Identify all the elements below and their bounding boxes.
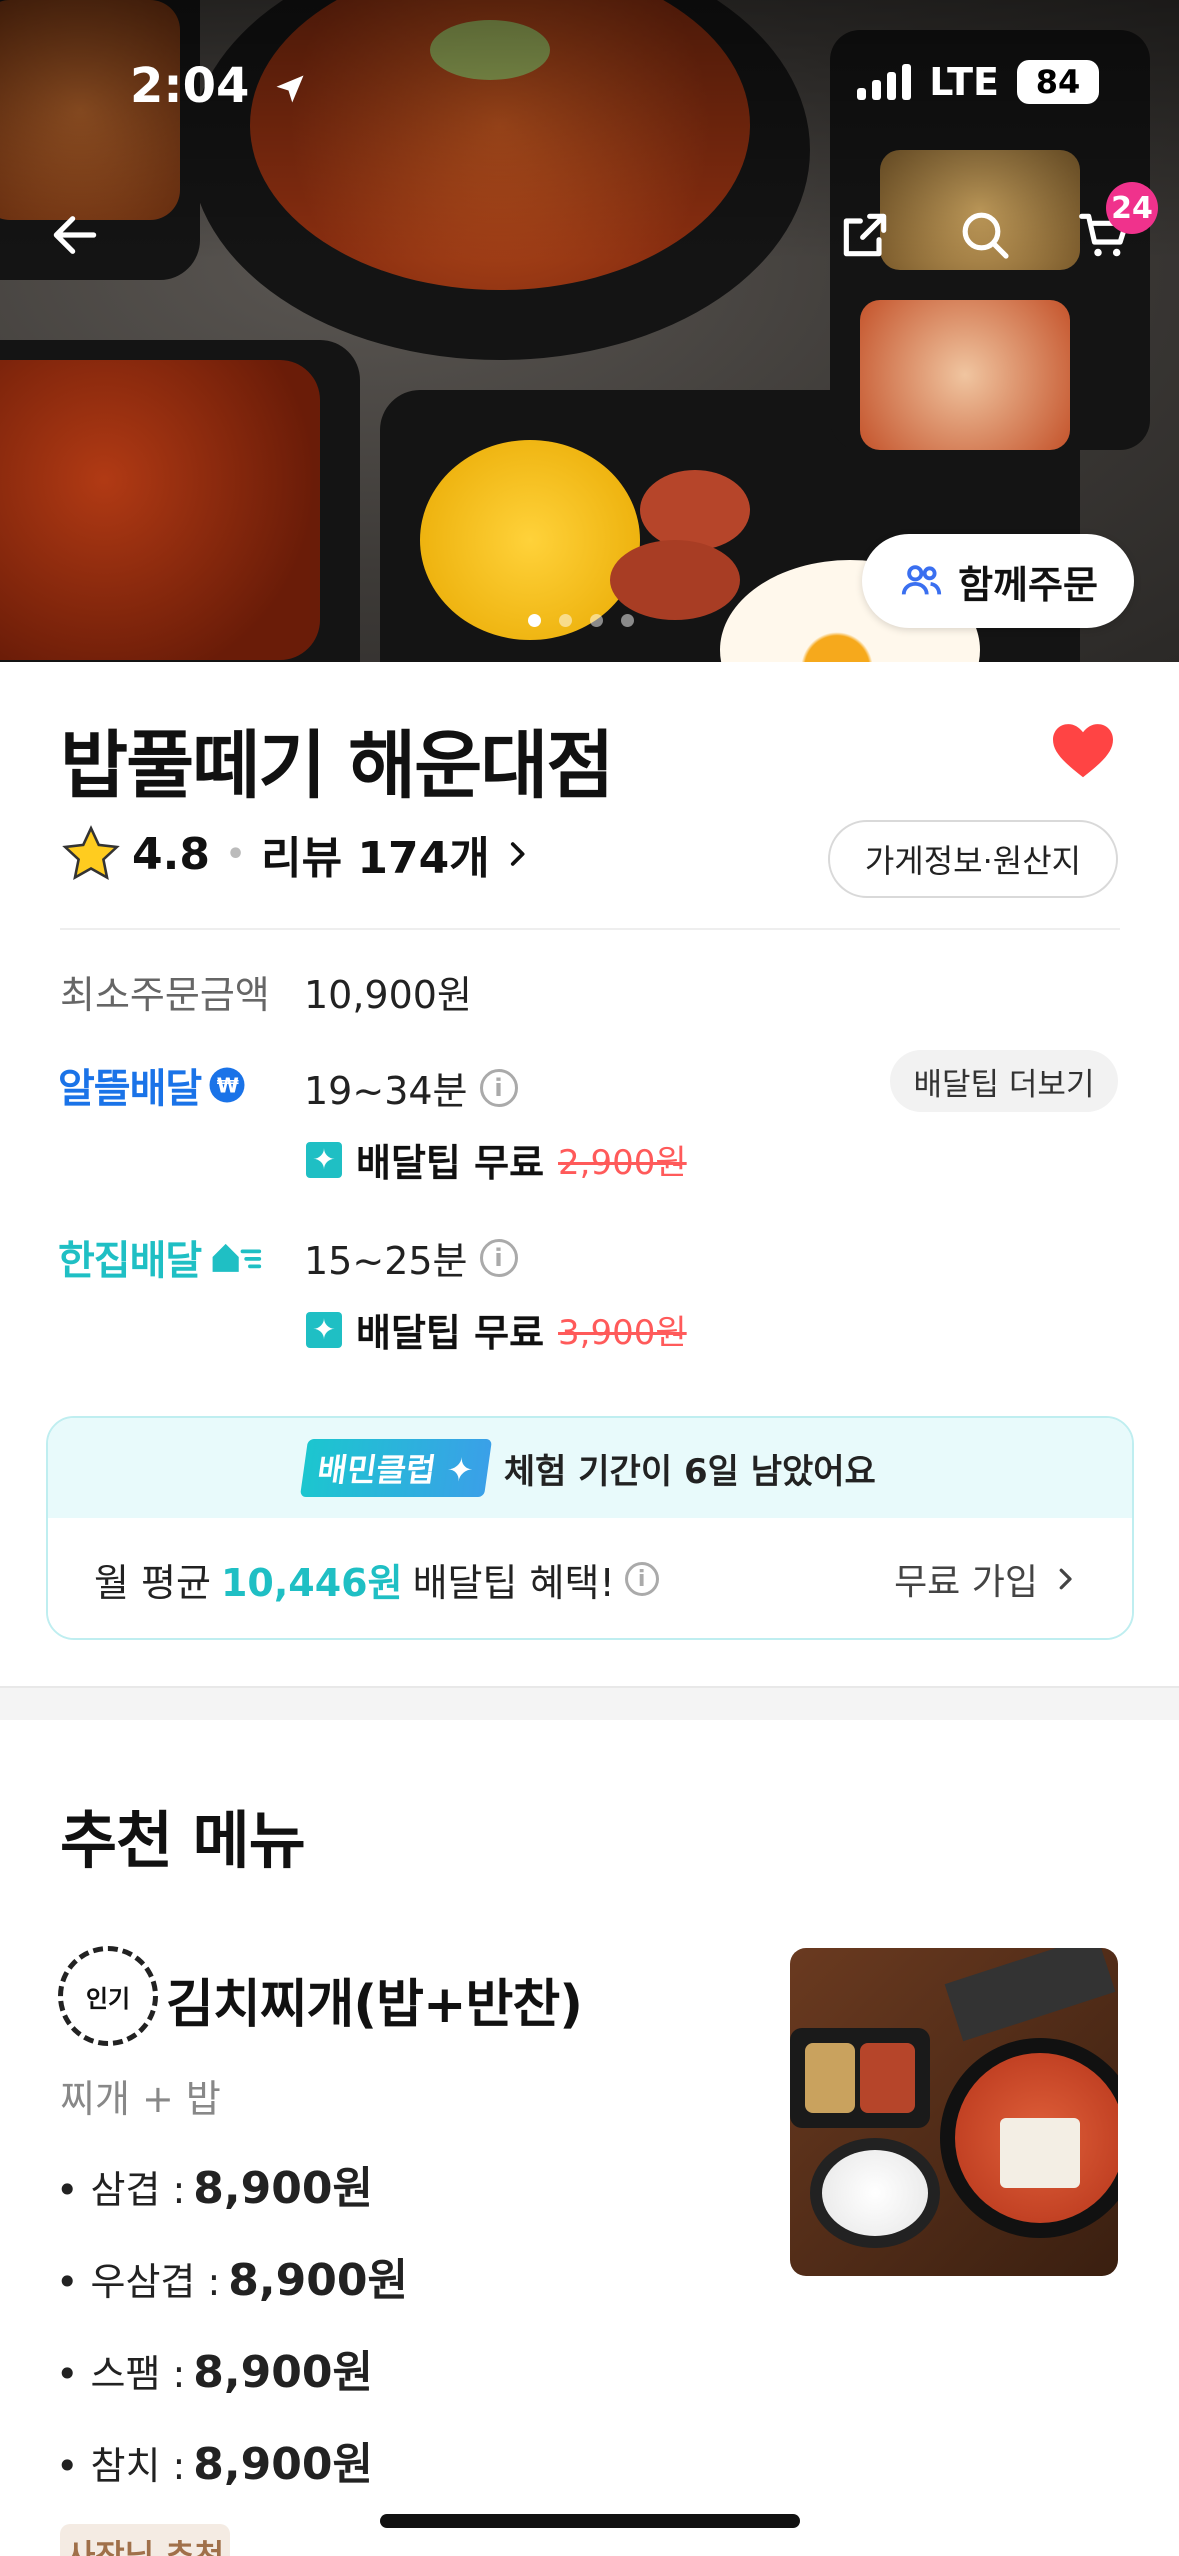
sausage-2 [610,540,740,620]
menu-item-image[interactable] [790,1948,1118,2276]
section-divider [0,1686,1179,1720]
spicy-pork [0,360,320,660]
status-time: 2:04 [130,58,308,114]
corn [420,440,640,640]
kimchi [860,300,1070,450]
delivery-tip-icon: ✦ [306,1141,342,1178]
tip-original-price: 2,900원 [558,1143,687,1183]
search-button[interactable] [950,200,1020,270]
star-icon [62,825,120,881]
delivery-tip-icon: ✦ [306,1311,342,1348]
owner-recommend-tag: 사장님 추천 [60,2524,230,2556]
battery-icon: 84 [1017,60,1099,104]
divider [60,928,1120,930]
share-icon [843,213,887,257]
min-order-label: 최소주문금액 [60,973,270,1017]
favorite-button[interactable] [1050,720,1116,784]
people-icon [901,565,942,595]
rating-row[interactable]: 4.8 • 리뷰 174개 [60,822,534,886]
group-order-label: 함께주문 [958,562,1098,607]
home-indicator[interactable] [380,2514,800,2528]
economy-delivery-time: 19~34분 i [304,1060,518,1115]
economy-tip-row: ✦ 배달팁 무료 2,900원 [306,1132,687,1187]
tip-free-label: 배달팁 무료 [356,1141,545,1185]
rating-separator: • [225,836,246,872]
store-info-button[interactable]: 가게정보·원산지 [828,820,1118,898]
club-benefit: 월 평균 10,446원 배달팁 혜택! i [94,1552,659,1607]
popular-badge: 인기 [58,1946,158,2046]
carousel-dot [528,614,541,627]
review-count: 리뷰 174개 [261,833,490,884]
single-delivery-brand: 한집배달 [58,1228,263,1286]
signal-icon [857,64,912,100]
menu-item-name[interactable]: 김치찌개(밥+반찬) [166,1962,583,2037]
club-badge: 배민클럽 ✦ [300,1439,492,1497]
sausage-1 [640,470,750,550]
chevron-right-icon [510,842,525,866]
status-indicators: LTE 84 [857,60,1099,104]
group-order-button[interactable]: 함께주문 [862,534,1134,628]
menu-option-line: • 우삼겹 :8,900원 [56,2255,408,2306]
economy-delivery-brand: 알뜰배달 ₩ [58,1056,247,1114]
share-button[interactable] [830,200,900,270]
info-icon[interactable]: i [624,1562,659,1596]
tip-original-price: 3,900원 [558,1313,687,1353]
delivery-tip-more-button[interactable]: 배달팁 더보기 [890,1050,1118,1112]
fast-home-icon [212,1243,262,1272]
tip-free-label: 배달팁 무료 [356,1311,545,1355]
svg-text:₩: ₩ [217,1074,239,1098]
carousel-dot [621,614,634,627]
club-amount: 10,446원 [220,1560,403,1605]
club-join-button[interactable]: 무료 가입 [894,1553,1080,1605]
club-banner-top: 배민클럽 ✦ 체험 기간이 6일 남았어요 [48,1418,1132,1518]
club-banner-bottom: 월 평균 10,446원 배달팁 혜택! i 무료 가입 [48,1518,1132,1638]
baemin-club-banner[interactable]: 배민클럽 ✦ 체험 기간이 6일 남았어요 월 평균 10,446원 배달팁 혜… [46,1416,1134,1640]
min-order-value: 10,900원 [304,973,472,1017]
location-arrow-icon [276,75,304,103]
network-label: LTE [929,60,999,104]
menu-option-line: • 삼겹 :8,900원 [56,2163,373,2214]
menu-option-line: • 스팸 :8,900원 [56,2347,373,2398]
won-coin-icon: ₩ [209,1067,245,1103]
info-icon[interactable]: i [479,1068,518,1107]
back-arrow-icon [53,216,97,254]
search-icon [962,212,1009,259]
single-tip-row: ✦ 배달팁 무료 3,900원 [306,1302,687,1357]
heart-icon [1053,724,1113,778]
menu-item-description: 찌개 + 밥 [60,2077,221,2121]
menu-option-line: • 참치 :8,900원 [56,2439,373,2490]
info-icon[interactable]: i [479,1238,518,1277]
chevron-right-icon [1059,1568,1072,1590]
store-hero-image[interactable]: 2:04 LTE 84 24 함께주문 [0,0,1179,662]
club-trial-message: 체험 기간이 6일 남았어요 [503,1451,876,1492]
back-button[interactable] [40,200,110,270]
carousel-dot [559,614,572,627]
store-name: 밥풀떼기 해운대점 [60,723,614,809]
rating-value: 4.8 [132,828,210,880]
cart-count-badge: 24 [1106,182,1158,234]
recommended-menu-title: 추천 메뉴 [60,1804,306,1877]
single-delivery-time: 15~25분 i [304,1230,518,1285]
carousel-dots [528,614,634,627]
carousel-dot [590,614,603,627]
